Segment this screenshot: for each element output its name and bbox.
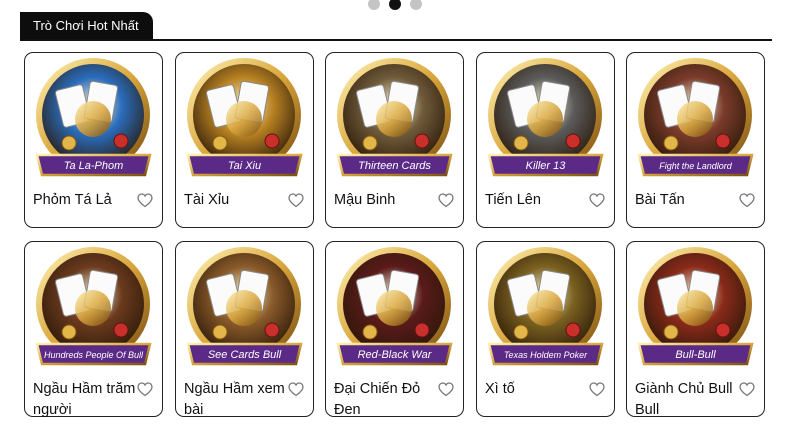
game-card[interactable]: See Cards Bull Ngầu Hầm xem bài	[175, 241, 314, 418]
section-title: Trò Chơi Hot Nhất	[20, 12, 153, 39]
game-thumbnail-cowboy-hat[interactable]: Hundreds People Of Bull	[29, 246, 158, 375]
game-badge-label: Killer 13	[526, 160, 567, 172]
heart-icon[interactable]	[438, 382, 454, 397]
game-title[interactable]: Đại Chiến Đỏ Đen	[334, 379, 444, 421]
game-badge-label: Fight the Landlord	[659, 161, 733, 171]
game-badge-label: See Cards Bull	[208, 349, 282, 361]
game-badge-label: Texas Holdem Poker	[504, 350, 588, 360]
carousel-dot[interactable]	[410, 0, 422, 10]
game-card[interactable]: Ta La-Phom Phỏm Tá Lả	[24, 52, 163, 228]
game-badge-label: Thirteen Cards	[358, 160, 431, 172]
heart-icon[interactable]	[589, 382, 605, 397]
game-card[interactable]: Texas Holdem Poker Xì tố	[476, 241, 615, 417]
game-title[interactable]: Tài Xỉu	[184, 190, 294, 211]
game-badge-label: Bull-Bull	[675, 349, 716, 361]
game-badge-label: Ta La-Phom	[64, 160, 124, 172]
section-header: Trò Chơi Hot Nhất	[20, 12, 772, 41]
game-title[interactable]: Bài Tấn	[635, 190, 745, 211]
carousel-dot-active[interactable]	[389, 0, 401, 10]
game-card[interactable]: Hundreds People Of Bull Ngầu Hầm trăm ngư…	[24, 241, 163, 418]
carousel-dot[interactable]	[368, 0, 380, 10]
game-title[interactable]: Ngầu Hầm xem bài	[184, 379, 294, 421]
game-thumbnail-landlord[interactable]: Fight the Landlord	[631, 57, 760, 186]
game-title[interactable]: Xì tố	[485, 379, 595, 400]
heart-icon[interactable]	[288, 193, 304, 208]
heart-icon[interactable]	[739, 193, 755, 208]
game-thumbnail-dice-cup[interactable]: Tai Xiu	[180, 57, 309, 186]
heart-icon[interactable]	[137, 193, 153, 208]
game-thumbnail-bomb-cards[interactable]: Killer 13	[481, 57, 610, 186]
game-card[interactable]: Thirteen Cards Mậu Binh	[325, 52, 464, 228]
game-badge-label: Tai Xiu	[228, 160, 261, 172]
heart-icon[interactable]	[739, 382, 755, 397]
game-title[interactable]: Giành Chủ Bull Bull	[635, 379, 745, 421]
game-title[interactable]: Mậu Binh	[334, 190, 444, 211]
game-thumbnail-revolver-cards[interactable]: Thirteen Cards	[330, 57, 459, 186]
heart-icon[interactable]	[589, 193, 605, 208]
game-badge-label: Hundreds People Of Bull	[44, 350, 144, 360]
game-card[interactable]: Bull-Bull Giành Chủ Bull Bull	[626, 241, 765, 418]
game-card[interactable]: Red-Black War Đại Chiến Đỏ Đen	[325, 241, 464, 418]
game-title[interactable]: Tiến Lên	[485, 190, 595, 211]
heart-icon[interactable]	[288, 382, 304, 397]
game-thumbnail-crown-cards[interactable]: Texas Holdem Poker	[481, 246, 610, 375]
game-title[interactable]: Phỏm Tá Lả	[33, 190, 143, 211]
game-card[interactable]: Tai Xiu Tài Xỉu	[175, 52, 314, 228]
game-thumbnail-bull-cartoon[interactable]: See Cards Bull	[180, 246, 309, 375]
game-card[interactable]: Killer 13 Tiến Lên	[476, 52, 615, 228]
game-badge-label: Red-Black War	[358, 349, 433, 361]
carousel-dots	[368, 0, 422, 10]
heart-icon[interactable]	[137, 382, 153, 397]
game-thumbnail-gold-bull[interactable]: Bull-Bull	[631, 246, 760, 375]
game-card[interactable]: Fight the Landlord Bài Tấn	[626, 52, 765, 228]
game-title[interactable]: Ngầu Hầm trăm người	[33, 379, 143, 421]
heart-icon[interactable]	[438, 193, 454, 208]
game-thumbnail-vs-cards[interactable]: Red-Black War	[330, 246, 459, 375]
game-thumbnail-cards-phom[interactable]: Ta La-Phom	[29, 57, 158, 186]
